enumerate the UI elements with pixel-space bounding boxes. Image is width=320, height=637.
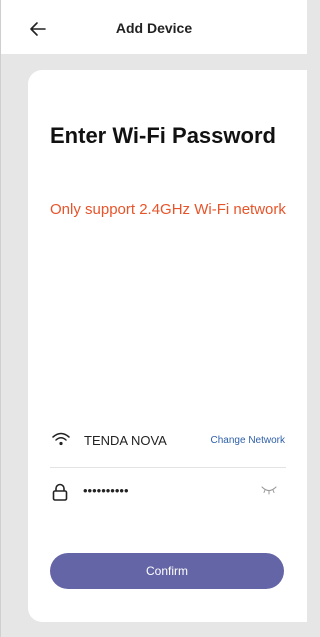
card-heading: Enter Wi-Fi Password [50, 123, 276, 148]
wifi-icon [52, 432, 70, 446]
confirm-button[interactable]: Confirm [50, 553, 284, 589]
app-header: Add Device [1, 0, 307, 54]
page-title: Add Device [115, 20, 193, 36]
lock-icon [52, 483, 68, 501]
wifi-warning: Only support 2.4GHz Wi-Fi network [50, 201, 286, 218]
change-network-link[interactable]: Change Network [211, 435, 285, 446]
network-name: TENDA NOVA [84, 433, 167, 448]
password-input[interactable] [83, 479, 233, 501]
eye-closed-icon[interactable] [261, 485, 277, 495]
divider [50, 467, 286, 468]
window-edge [0, 0, 1, 637]
wifi-card: Enter Wi-Fi Password Only support 2.4GHz… [28, 70, 307, 622]
